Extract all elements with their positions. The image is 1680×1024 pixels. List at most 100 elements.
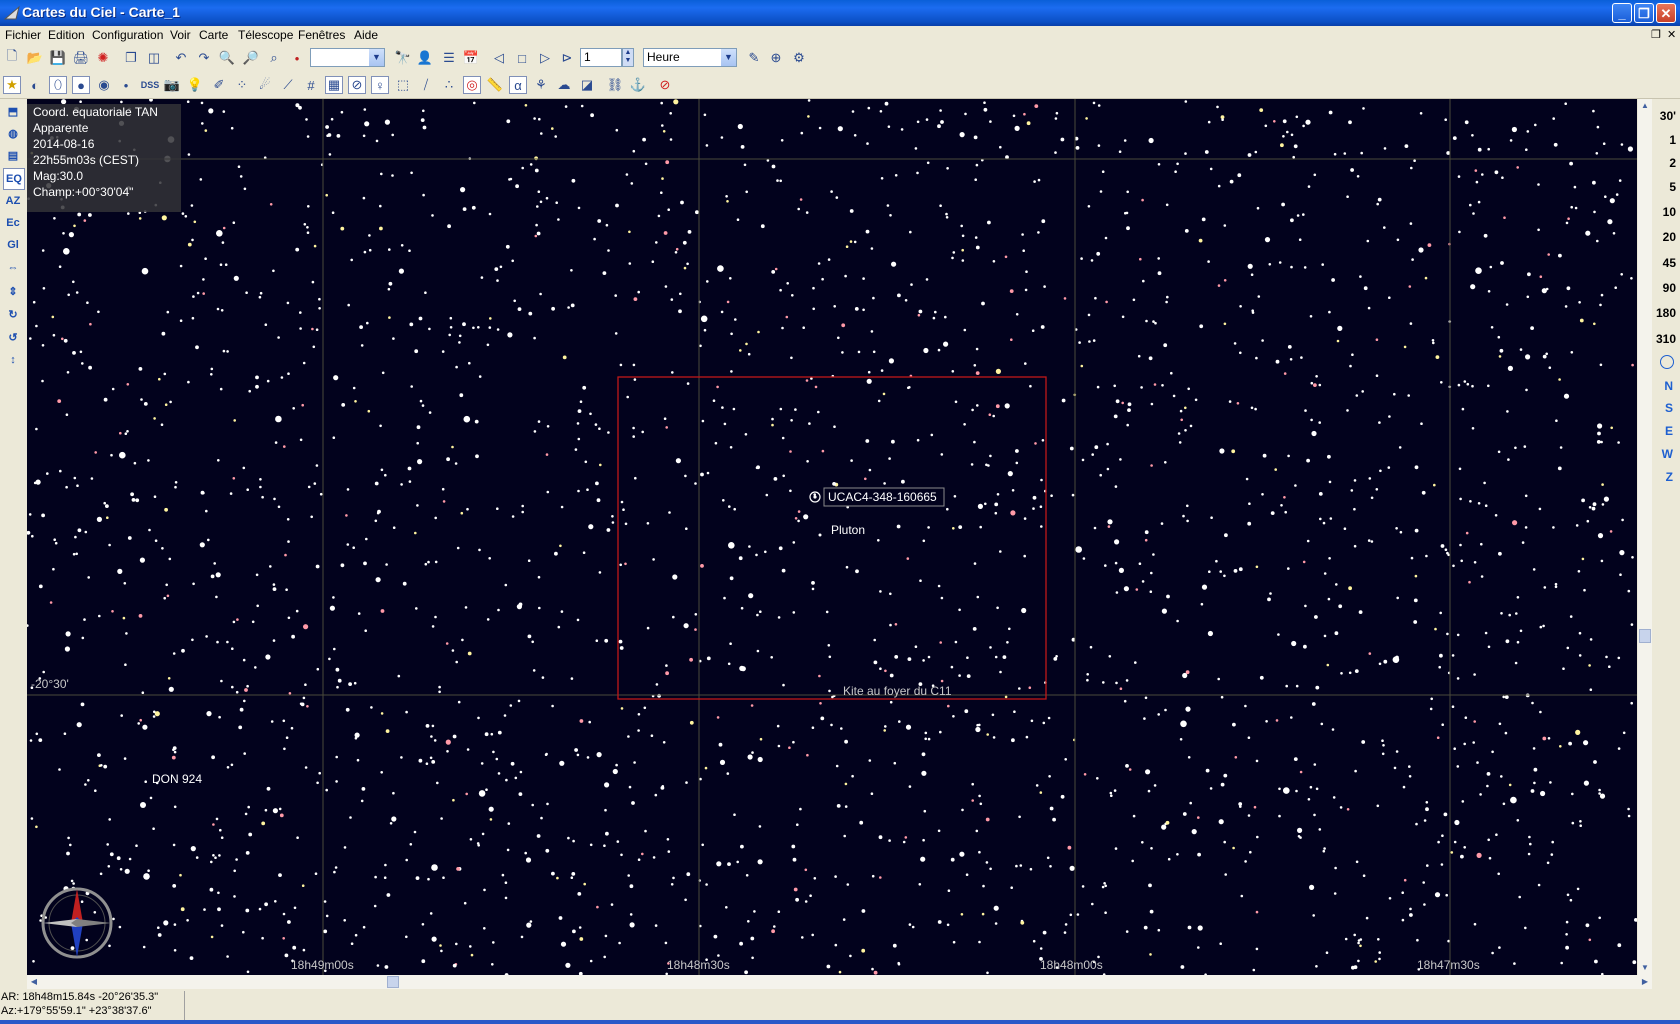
find-icon[interactable]: 🔭 (394, 49, 412, 67)
bulb-icon[interactable]: 💡 (186, 76, 204, 94)
nebula-icon[interactable]: ◐ (26, 76, 44, 94)
flip-horizontal-icon[interactable]: ⇔ (3, 258, 23, 278)
rotate-right-icon[interactable]: ↻ (3, 304, 23, 324)
double-star-marker[interactable] (140, 802, 146, 808)
open-icon[interactable]: 📂 (26, 49, 44, 67)
undo-icon[interactable]: ↶ (172, 49, 190, 67)
redo-icon[interactable]: ↷ (195, 49, 213, 67)
dot-icon[interactable]: • (117, 76, 135, 94)
eq-grid-icon[interactable]: ▦ (325, 76, 343, 94)
scroll-down-icon[interactable]: ▼ (1638, 961, 1652, 975)
vertical-scrollbar[interactable]: ▲ ▼ (1638, 99, 1652, 975)
brush-icon[interactable]: ✐ (210, 76, 228, 94)
crosshair-icon[interactable]: ⊕ (767, 49, 785, 67)
animation-step-input[interactable]: 1 (580, 48, 622, 67)
zoom-out-icon[interactable]: 🔎 (242, 49, 260, 67)
ecliptic-icon[interactable]: ∴ (440, 76, 458, 94)
list-icon[interactable]: ☰ (440, 49, 458, 67)
new-chart-icon[interactable]: 🗋 (3, 48, 21, 67)
lines-icon[interactable]: ⧸ (417, 76, 435, 94)
setup-icon[interactable]: ✺ (94, 49, 112, 67)
calendar-icon[interactable]: 📅 (462, 49, 480, 67)
field-30min-button[interactable]: 30' (1660, 109, 1676, 123)
minimize-button[interactable]: _ (1612, 3, 1632, 23)
mark-icon[interactable]: • (288, 49, 306, 67)
direction-west-button[interactable]: W (1662, 447, 1673, 461)
menu-telescope[interactable]: Télescope (238, 28, 293, 42)
constellation-icon[interactable]: ⁘ (233, 76, 251, 94)
tile-icon[interactable]: ◫ (145, 49, 163, 67)
projection-icon[interactable]: ▤ (3, 145, 23, 165)
menu-edition[interactable]: Edition (48, 28, 85, 42)
field-20deg-button[interactable]: 20 (1663, 230, 1676, 244)
restore-button[interactable]: ❐ (1634, 3, 1654, 23)
field-90deg-button[interactable]: 90 (1663, 281, 1676, 295)
scroll-up-icon[interactable]: ▲ (1638, 99, 1652, 113)
alpha-icon[interactable]: α (509, 76, 527, 94)
pluto-marker[interactable] (818, 533, 822, 537)
menu-aide[interactable]: Aide (354, 28, 378, 42)
boundaries-icon[interactable]: ⬚ (394, 76, 412, 94)
ecliptic-coords-icon[interactable]: Ec (3, 213, 23, 233)
camera-icon[interactable]: 📷 (163, 76, 181, 94)
menu-configuration[interactable]: Configuration (92, 28, 163, 42)
vertical-arrows-icon[interactable]: ↕ (3, 350, 23, 370)
time-unit-select[interactable]: Heure ▼ (643, 48, 737, 67)
field-310deg-button[interactable]: 310 (1656, 332, 1676, 346)
tools-icon[interactable]: ⚙ (790, 49, 808, 67)
anchor-icon[interactable]: ⚓ (629, 76, 647, 94)
mirror-icon[interactable]: ◪ (578, 76, 596, 94)
pencil-icon[interactable]: ✎ (745, 49, 763, 67)
dss-button[interactable]: DSS (139, 76, 161, 94)
fov-combo[interactable]: ▼ (310, 48, 385, 67)
sky-chart-canvas[interactable]: Kite au foyer du C11 UCAC4-348-160665 Pl… (27, 99, 1637, 975)
field-180deg-button[interactable]: 180 (1656, 306, 1676, 320)
planet-icon[interactable]: ◉ (95, 76, 113, 94)
rotate-left-icon[interactable]: ↺ (3, 327, 23, 347)
link-icon[interactable]: ⛓ (606, 76, 624, 94)
ruler-icon[interactable]: 📏 (486, 76, 504, 94)
direction-north-button[interactable]: N (1664, 379, 1673, 393)
compass-icon[interactable]: ⊘ (348, 76, 366, 94)
galaxy-icon[interactable]: ⬯ (49, 76, 67, 94)
direction-south-button[interactable]: S (1665, 401, 1673, 415)
direction-east-button[interactable]: E (1665, 424, 1673, 438)
scroll-right-icon[interactable]: ▶ (1638, 975, 1652, 989)
menu-fichier[interactable]: Fichier (5, 28, 41, 42)
stop-icon[interactable]: □ (513, 49, 531, 67)
object-info-icon[interactable]: 👤 (416, 49, 434, 67)
horizontal-scrollbar[interactable]: ◀ ▶ (27, 975, 1652, 989)
chart-icon[interactable]: ⬒ (3, 101, 23, 121)
direction-zenith-button[interactable]: Z (1666, 470, 1673, 484)
satellite-icon[interactable]: ⚘ (532, 76, 550, 94)
menu-voir[interactable]: Voir (170, 28, 191, 42)
zoom-in-icon[interactable]: 🔍 (218, 49, 236, 67)
close-button[interactable]: ✕ (1656, 3, 1676, 23)
equatorial-icon[interactable]: EQ (3, 168, 25, 190)
globe-icon[interactable]: ◍ (3, 123, 23, 143)
flip-vertical-icon[interactable]: ⇕ (3, 281, 23, 301)
all-sky-icon[interactable] (1660, 355, 1674, 369)
print-icon[interactable]: 🖨 (72, 49, 90, 67)
copy-icon[interactable]: ❐ (122, 49, 140, 67)
play-icon[interactable]: ▷ (536, 49, 554, 67)
mdi-restore-button[interactable]: ❐ (1651, 28, 1661, 41)
milky-way-icon[interactable]: ⟋ (279, 76, 297, 94)
zoom-fit-icon[interactable]: ⌕ (265, 49, 283, 67)
sky-chart[interactable]: Kite au foyer du C11 UCAC4-348-160665 Pl… (27, 99, 1637, 975)
menu-carte[interactable]: Carte (199, 28, 228, 42)
field-45deg-button[interactable]: 45 (1663, 256, 1676, 270)
grid-icon[interactable]: # (302, 76, 320, 94)
fov-rectangle[interactable] (617, 376, 1047, 700)
field-1deg-button[interactable]: 1 (1669, 133, 1676, 147)
hscroll-thumb[interactable] (387, 976, 399, 988)
marker-off-icon[interactable]: ⊘ (656, 76, 674, 94)
altaz-icon[interactable]: AZ (3, 191, 23, 211)
step-forward-icon[interactable]: ⊳ (558, 49, 576, 67)
mdi-close-button[interactable]: ✕ (1667, 28, 1676, 41)
target-icon[interactable]: ◎ (463, 76, 481, 94)
scroll-thumb[interactable] (1639, 629, 1651, 643)
step-back-icon[interactable]: ◁ (490, 49, 508, 67)
menu-fenetres[interactable]: Fenêtres (298, 28, 345, 42)
galactic-icon[interactable]: Gl (3, 235, 23, 255)
